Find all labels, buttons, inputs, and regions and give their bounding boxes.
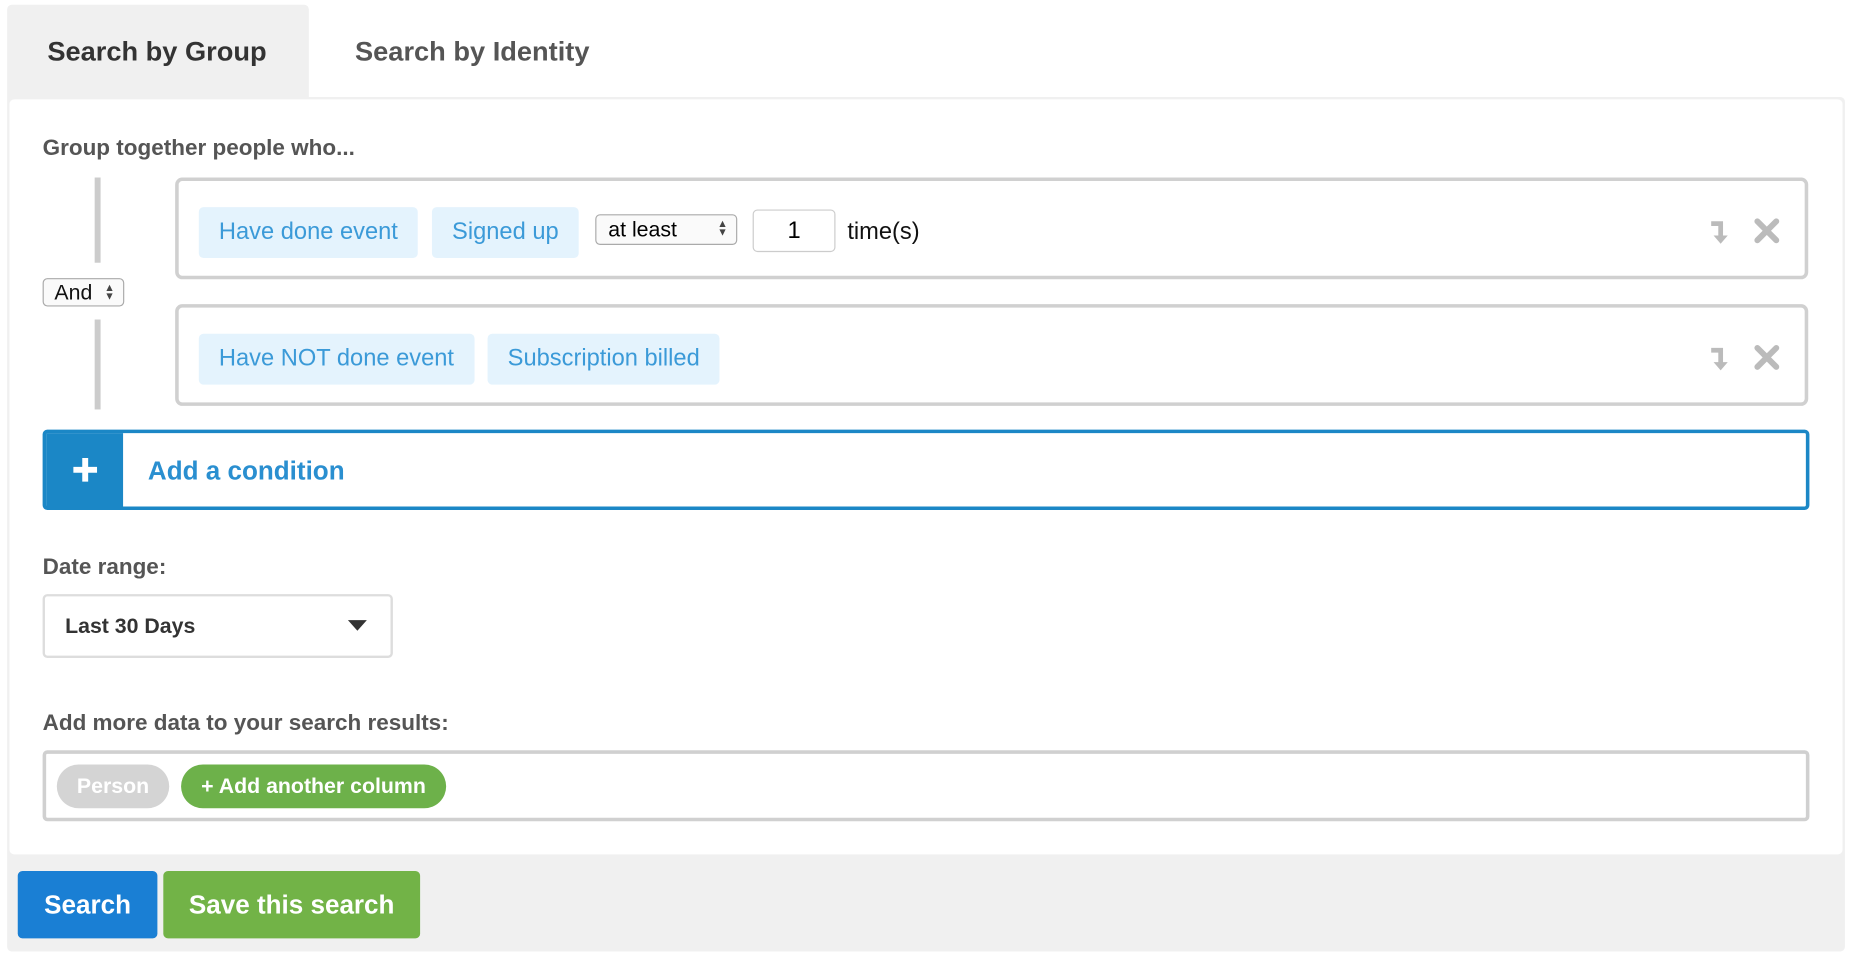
date-range-select[interactable]: Last 30 Days [42, 594, 393, 658]
columns-label: Add more data to your search results: [42, 711, 449, 737]
comparator-value: at least [608, 217, 677, 241]
search-builder: Search by Group Search by Identity Group… [0, 0, 1852, 966]
column-pill-person[interactable]: Person [56, 764, 170, 809]
combinator-line [94, 319, 101, 410]
tab-search-by-group[interactable]: Search by Group [7, 4, 309, 98]
columns-field: Person + Add another column [42, 750, 1810, 822]
tab-search-by-identity[interactable]: Search by Identity [315, 5, 630, 97]
event-tag[interactable]: Signed up [431, 207, 579, 258]
date-range-value: Last 30 Days [65, 614, 196, 638]
condition-row: Have NOT done event Subscription billed [175, 304, 1809, 406]
close-x-icon[interactable] [1750, 341, 1783, 374]
combinator-line [94, 177, 101, 263]
combinator-select[interactable]: And ▲ ▼ [42, 278, 125, 307]
search-button[interactable]: Search [17, 870, 158, 939]
arrow-down-corner-icon[interactable] [1703, 341, 1736, 374]
select-arrows-icon: ▲ ▼ [104, 281, 115, 302]
add-column-button[interactable]: + Add another column [181, 764, 446, 809]
group-label: Group together people who... [42, 136, 355, 161]
select-arrows-icon: ▲ ▼ [717, 217, 728, 238]
condition-type-tag[interactable]: Have done event [198, 207, 419, 258]
save-search-button[interactable]: Save this search [163, 870, 421, 939]
caret-down-icon [347, 620, 367, 631]
comparator-select[interactable]: at least ▲ ▼ [595, 214, 738, 245]
plus-icon [46, 433, 124, 507]
add-condition-button[interactable]: Add a condition [42, 429, 1810, 511]
condition-type-tag[interactable]: Have NOT done event [198, 333, 475, 385]
combinator-value: And [54, 279, 93, 304]
count-input[interactable]: 1 [752, 209, 836, 253]
condition-row: Have done event Signed up at least ▲ ▼ 1 t… [175, 177, 1809, 280]
event-tag[interactable]: Subscription billed [487, 333, 720, 385]
add-condition-label: Add a condition [147, 455, 345, 486]
arrow-down-corner-icon[interactable] [1703, 214, 1736, 247]
close-x-icon[interactable] [1750, 214, 1783, 247]
date-range-label: Date range: [42, 555, 167, 580]
count-unit: time(s) [847, 218, 920, 245]
